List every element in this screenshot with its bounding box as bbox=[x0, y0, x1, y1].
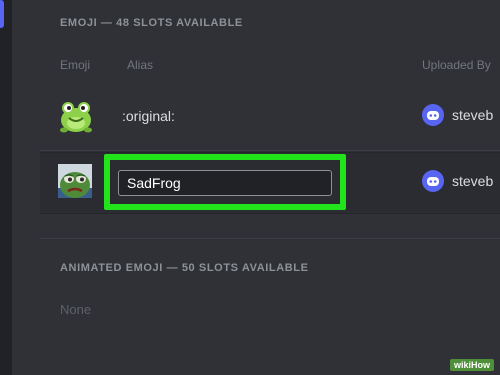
column-header-uploaded-by: Uploaded By bbox=[422, 58, 491, 72]
avatar bbox=[422, 170, 444, 192]
animated-emoji-empty: None bbox=[60, 302, 92, 317]
emoji-alias-original[interactable]: :original: bbox=[122, 108, 175, 124]
uploader-steveb-row2: steveb bbox=[422, 170, 493, 192]
emoji-section-title: EMOJI — 48 SLOTS AVAILABLE bbox=[60, 17, 243, 29]
frog-icon bbox=[60, 102, 92, 133]
uploader-steveb-row1: steveb bbox=[422, 104, 493, 126]
avatar bbox=[422, 104, 444, 126]
server-sidebar bbox=[0, 0, 12, 375]
section-divider bbox=[40, 238, 500, 239]
discord-logo-icon bbox=[427, 176, 439, 186]
alias-input[interactable] bbox=[118, 170, 332, 196]
column-header-alias: Alias bbox=[127, 58, 154, 72]
uploader-name: steveb bbox=[452, 107, 494, 123]
sad-frog-icon bbox=[58, 164, 92, 198]
selected-indicator bbox=[0, 0, 4, 28]
watermark: wikiHow bbox=[449, 359, 494, 371]
column-header-emoji: Emoji bbox=[60, 58, 91, 72]
row-divider bbox=[40, 150, 500, 151]
discord-logo-icon bbox=[427, 110, 439, 120]
animated-emoji-section-title: ANIMATED EMOJI — 50 SLOTS AVAILABLE bbox=[60, 262, 309, 274]
uploader-name: steveb bbox=[452, 173, 494, 189]
